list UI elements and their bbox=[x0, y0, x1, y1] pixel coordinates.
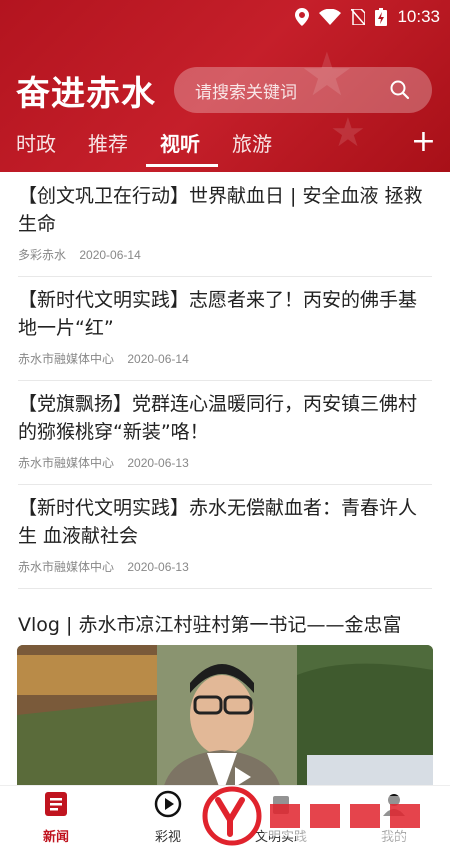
vlog-title[interactable]: Vlog | 赤水市凉江村驻村第一书记——金忠富 bbox=[18, 610, 401, 637]
play-icon bbox=[154, 790, 182, 818]
nav-video[interactable]: 彩视 bbox=[128, 790, 208, 845]
article-date: 2020-06-14 bbox=[127, 352, 189, 366]
article-source: 赤水市融媒体中心 bbox=[18, 456, 115, 470]
article-title: 【创文巩卫在行动】世界献血日 | 安全血液 拯救生命 bbox=[18, 185, 423, 235]
status-time: 10:33 bbox=[397, 7, 440, 26]
article-source: 赤水市融媒体中心 bbox=[18, 560, 115, 574]
battery-icon bbox=[375, 8, 388, 26]
location-icon bbox=[295, 8, 310, 26]
video-thumbnail[interactable] bbox=[17, 645, 433, 795]
app-header: ★ ★ 10:33 奋进赤水 请搜索关键词 时政 推荐 视听 旅游 + bbox=[0, 0, 450, 172]
tab-politics[interactable]: 时政 bbox=[16, 128, 56, 157]
watermark-logo bbox=[202, 786, 446, 846]
add-channel-button[interactable]: + bbox=[411, 124, 436, 159]
tab-tourism[interactable]: 旅游 bbox=[232, 128, 272, 157]
search-input[interactable]: 请搜索关键词 bbox=[195, 78, 390, 103]
list-item[interactable]: 【新时代文明实践】赤水无偿献血者：青春许人生 血液献社会 赤水市融媒体中心 20… bbox=[18, 494, 432, 589]
article-title: 【新时代文明实践】赤水无偿献血者：青春许人生 血液献社会 bbox=[18, 497, 418, 547]
status-bar: 10:33 bbox=[0, 0, 450, 34]
article-date: 2020-06-13 bbox=[127, 560, 189, 574]
article-date: 2020-06-13 bbox=[127, 456, 189, 470]
article-meta: 赤水市融媒体中心 2020-06-14 bbox=[18, 350, 432, 367]
article-source: 多彩赤水 bbox=[18, 248, 67, 262]
search-bar[interactable]: 请搜索关键词 bbox=[174, 67, 432, 113]
article-meta: 多彩赤水 2020-06-14 bbox=[18, 246, 432, 263]
category-tabs: 时政 推荐 视听 旅游 + bbox=[0, 124, 450, 172]
article-meta: 赤水市融媒体中心 2020-06-13 bbox=[18, 454, 432, 471]
list-item[interactable]: 【创文巩卫在行动】世界献血日 | 安全血液 拯救生命 多彩赤水 2020-06-… bbox=[18, 182, 432, 277]
active-tab-indicator bbox=[146, 164, 218, 167]
nav-video-label: 彩视 bbox=[154, 830, 181, 845]
article-date: 2020-06-14 bbox=[79, 248, 141, 262]
no-signal-icon bbox=[351, 9, 366, 25]
tab-audiovisual[interactable]: 视听 bbox=[160, 128, 200, 157]
app-title: 奋进赤水 bbox=[16, 74, 156, 114]
article-meta: 赤水市融媒体中心 2020-06-13 bbox=[18, 558, 432, 575]
wifi-icon bbox=[319, 9, 342, 25]
nav-news[interactable]: 新闻 bbox=[16, 790, 96, 845]
nav-news-label: 新闻 bbox=[42, 830, 69, 845]
tab-recommend[interactable]: 推荐 bbox=[88, 128, 128, 157]
search-icon[interactable] bbox=[390, 80, 410, 100]
list-item[interactable]: 【党旗飘扬】党群连心温暖同行，丙安镇三佛村的猕猴桃穿“新装”咯！ 赤水市融媒体中… bbox=[18, 390, 432, 485]
video-frame-image bbox=[17, 645, 433, 795]
news-icon bbox=[45, 792, 67, 816]
article-source: 赤水市融媒体中心 bbox=[18, 352, 115, 366]
article-title: 【新时代文明实践】志愿者来了！丙安的佛手基地一片“红” bbox=[18, 289, 418, 339]
list-item[interactable]: 【新时代文明实践】志愿者来了！丙安的佛手基地一片“红” 赤水市融媒体中心 202… bbox=[18, 286, 432, 381]
article-title: 【党旗飘扬】党群连心温暖同行，丙安镇三佛村的猕猴桃穿“新装”咯！ bbox=[18, 393, 418, 443]
